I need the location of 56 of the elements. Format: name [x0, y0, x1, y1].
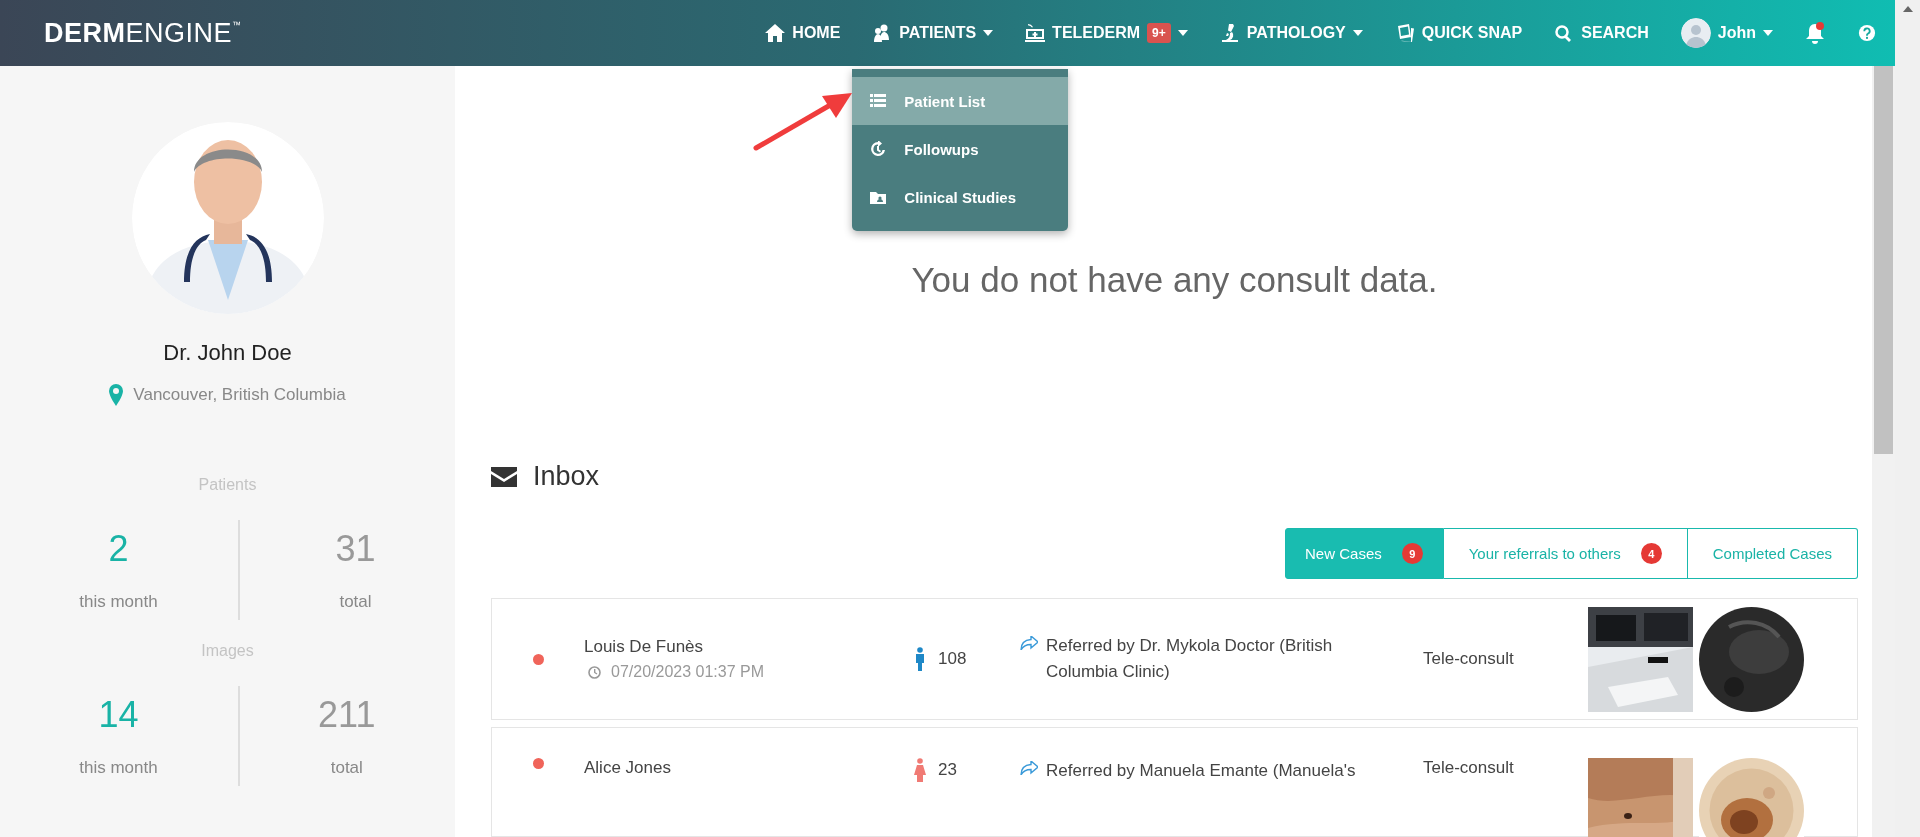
nav-link[interactable]: SEARCH: [1554, 24, 1649, 42]
bell-icon[interactable]: [1805, 22, 1825, 44]
referral-text: Referred by Dr. Mykola Doctor (British Columbia Clinic): [1046, 635, 1334, 683]
help-icon[interactable]: [1857, 24, 1877, 42]
stat-label: total: [330, 758, 363, 778]
nav-link[interactable]: HOME: [765, 24, 841, 42]
stat-value: 14: [98, 694, 139, 736]
patient-age: 23: [938, 760, 957, 780]
user-menu[interactable]: John: [1680, 18, 1773, 48]
tab[interactable]: Your referrals to others 4: [1443, 528, 1688, 579]
nav-link[interactable]: QUICK SNAP: [1394, 24, 1523, 42]
share-arrow-icon: [1020, 761, 1038, 775]
patient-name: Alice Jones: [584, 758, 672, 778]
menu-item[interactable]: Patient List: [852, 77, 1069, 125]
case-row[interactable]: Louis De Funès 07/20/2023 01:37 PM 108 Referred by Dr. Mykola Doctor (British Columbia Clinic) Tele-consult: [491, 598, 1858, 720]
patient-name: Louis De Funès: [584, 637, 705, 657]
referral-text: Referred by Manuela Emante (Manuela's: [1046, 760, 1356, 782]
folder-icon: [870, 189, 887, 205]
notification-badge: 9+: [1147, 23, 1171, 43]
case-date: 07/20/2023 01:37 PM: [611, 663, 764, 681]
nav-link[interactable]: PATHOLOGY: [1219, 24, 1363, 42]
stat-value: 211: [318, 694, 376, 736]
envelope-icon: [491, 466, 517, 487]
share-arrow-icon: [1020, 636, 1038, 650]
case-row[interactable]: Alice Jones 23 Referred by Manuela Emante (Manuela's Tele-consult: [491, 727, 1858, 837]
stat-value: 31: [335, 528, 376, 570]
scroll-up-arrow-icon[interactable]: [1902, 6, 1913, 12]
scrollbar[interactable]: [1872, 66, 1895, 837]
clock-icon: [588, 665, 601, 679]
history-icon: [870, 141, 887, 157]
menu-item[interactable]: Clinical Studies: [852, 173, 1069, 221]
consult-type: Tele-consult: [1423, 649, 1515, 669]
list-icon: [870, 93, 887, 109]
doctor-name: Dr. John Doe: [163, 340, 292, 366]
patient-age: 108: [938, 649, 967, 669]
menu-item[interactable]: Followups: [852, 125, 1069, 173]
nav-link[interactable]: TELEDERM 9+: [1025, 23, 1188, 43]
location-text: Vancouver, British Columbia: [133, 385, 346, 405]
inbox-title: Inbox: [533, 461, 600, 492]
empty-state-message: You do not have any consult data.: [911, 260, 1438, 300]
monitor-icon: [1025, 24, 1046, 42]
home-icon: [765, 24, 786, 42]
tab[interactable]: New Cases 9: [1285, 528, 1444, 579]
count-badge: 9: [1401, 543, 1423, 564]
count-badge: 4: [1640, 543, 1662, 564]
microscope-icon: [1219, 24, 1240, 42]
tab[interactable]: Completed Cases: [1687, 528, 1858, 579]
stat-label: this month: [79, 592, 158, 612]
location-pin-icon: [109, 384, 124, 406]
consult-type: Tele-consult: [1423, 758, 1515, 778]
stat-label: this month: [79, 758, 158, 778]
logo[interactable]: DERMENGINE$^{™}$: [44, 17, 242, 49]
scrollbar[interactable]: [1895, 0, 1920, 837]
stat-label: total: [339, 592, 372, 612]
avatar: [1680, 18, 1711, 48]
stat-value: 2: [108, 528, 129, 570]
